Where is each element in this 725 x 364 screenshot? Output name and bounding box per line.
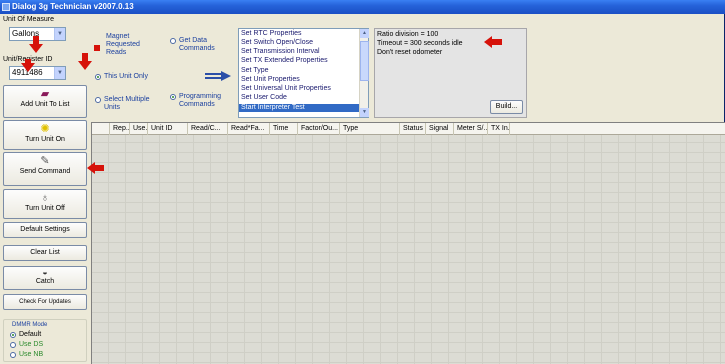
double-arrow-right-icon: [205, 71, 231, 81]
column-header[interactable]: Type: [340, 123, 400, 135]
list-item[interactable]: Set Transmission Interval: [241, 48, 320, 56]
list-item[interactable]: Set TX Extended Properties: [241, 57, 328, 65]
radio-icon: [10, 352, 16, 358]
radio-selected-icon: [170, 94, 176, 100]
column-header[interactable]: Rep...: [110, 123, 130, 135]
clear-list-button[interactable]: Clear List: [3, 245, 87, 261]
lightbulb-off-icon: ♁: [40, 192, 50, 204]
list-item[interactable]: Set Unit Properties: [241, 76, 300, 84]
unit-register-select[interactable]: 4911486 ▼: [9, 66, 66, 80]
unit-of-measure-label: Unit Of Measure: [3, 16, 54, 23]
scroll-thumb[interactable]: [360, 41, 369, 81]
column-header[interactable]: Status: [400, 123, 426, 135]
chevron-down-icon[interactable]: ▼: [54, 28, 65, 40]
column-header[interactable]: Read*Fa...: [228, 123, 270, 135]
book-add-icon: ▰: [40, 88, 50, 100]
command-list[interactable]: Set RTC Properties Set Switch Open/Close…: [238, 28, 369, 118]
column-header[interactable]: Read/C...: [188, 123, 228, 135]
default-settings-button[interactable]: Default Settings: [3, 222, 87, 238]
red-square-magnet: [94, 45, 100, 51]
build-button[interactable]: Build...: [490, 100, 523, 114]
app-icon: [2, 3, 10, 11]
list-item[interactable]: Set Universal Unit Properties: [241, 85, 331, 93]
window-title: Dialog 3g Technician v2007.0.13: [12, 2, 134, 11]
radio-selected-icon: [95, 74, 101, 80]
column-header[interactable]: TX In...: [488, 123, 510, 135]
column-header[interactable]: Time: [270, 123, 298, 135]
column-header[interactable]: Meter S/...: [454, 123, 488, 135]
title-bar[interactable]: Dialog 3g Technician v2007.0.13: [0, 0, 725, 14]
catch-icon: ◒: [42, 267, 48, 277]
param-line: Don't reset odometer: [377, 49, 443, 56]
list-item[interactable]: Set Switch Open/Close: [241, 39, 313, 47]
scroll-up-icon[interactable]: ▲: [360, 29, 369, 38]
list-item[interactable]: Set RTC Properties: [241, 30, 302, 38]
list-item-selected[interactable]: Start Interpreter Test: [239, 104, 359, 112]
command-list-scrollbar[interactable]: ▲ ▼: [359, 29, 369, 117]
radio-icon: [95, 97, 101, 103]
add-unit-to-list-button[interactable]: ▰ Add Unit To List: [3, 85, 87, 118]
list-item[interactable]: Set Type: [241, 67, 269, 75]
column-header[interactable]: Use...: [130, 123, 148, 135]
send-command-icon: ✎: [40, 155, 50, 167]
catch-button[interactable]: ◒ Catch: [3, 266, 87, 290]
column-header[interactable]: Factor/Ou...: [298, 123, 340, 135]
list-item[interactable]: Set User Code: [241, 94, 287, 102]
grid-header: Rep... Use... Unit ID Read/C... Read*Fa.…: [92, 123, 725, 135]
turn-unit-off-button[interactable]: ♁ Turn Unit Off: [3, 189, 87, 219]
main-window: Dialog 3g Technician v2007.0.13 Unit Of …: [0, 0, 725, 364]
dmmr-mode-group: DMMR Mode Default Use DS Use NB: [3, 319, 87, 362]
scroll-down-icon[interactable]: ▼: [360, 108, 369, 117]
radio-icon: [170, 38, 176, 44]
dmmr-mode-title: DMMR Mode: [12, 322, 48, 328]
column-header[interactable]: Signal: [426, 123, 454, 135]
radio-icon: [10, 342, 16, 348]
column-header[interactable]: Unit ID: [148, 123, 188, 135]
check-for-updates-button[interactable]: Check For Updates: [3, 294, 87, 310]
grid-corner: [92, 123, 110, 135]
units-grid[interactable]: Rep... Use... Unit ID Read/C... Read*Fa.…: [91, 122, 725, 364]
send-command-button[interactable]: ✎ Send Command: [3, 152, 87, 186]
lightbulb-on-icon: ✺: [40, 123, 50, 135]
param-line: Timeout = 300 seconds idle: [377, 40, 463, 47]
param-line: Ratio division = 100: [377, 31, 439, 38]
chevron-down-icon[interactable]: ▼: [54, 67, 65, 79]
turn-unit-on-button[interactable]: ✺ Turn Unit On: [3, 120, 87, 150]
radio-selected-icon: [10, 332, 16, 338]
